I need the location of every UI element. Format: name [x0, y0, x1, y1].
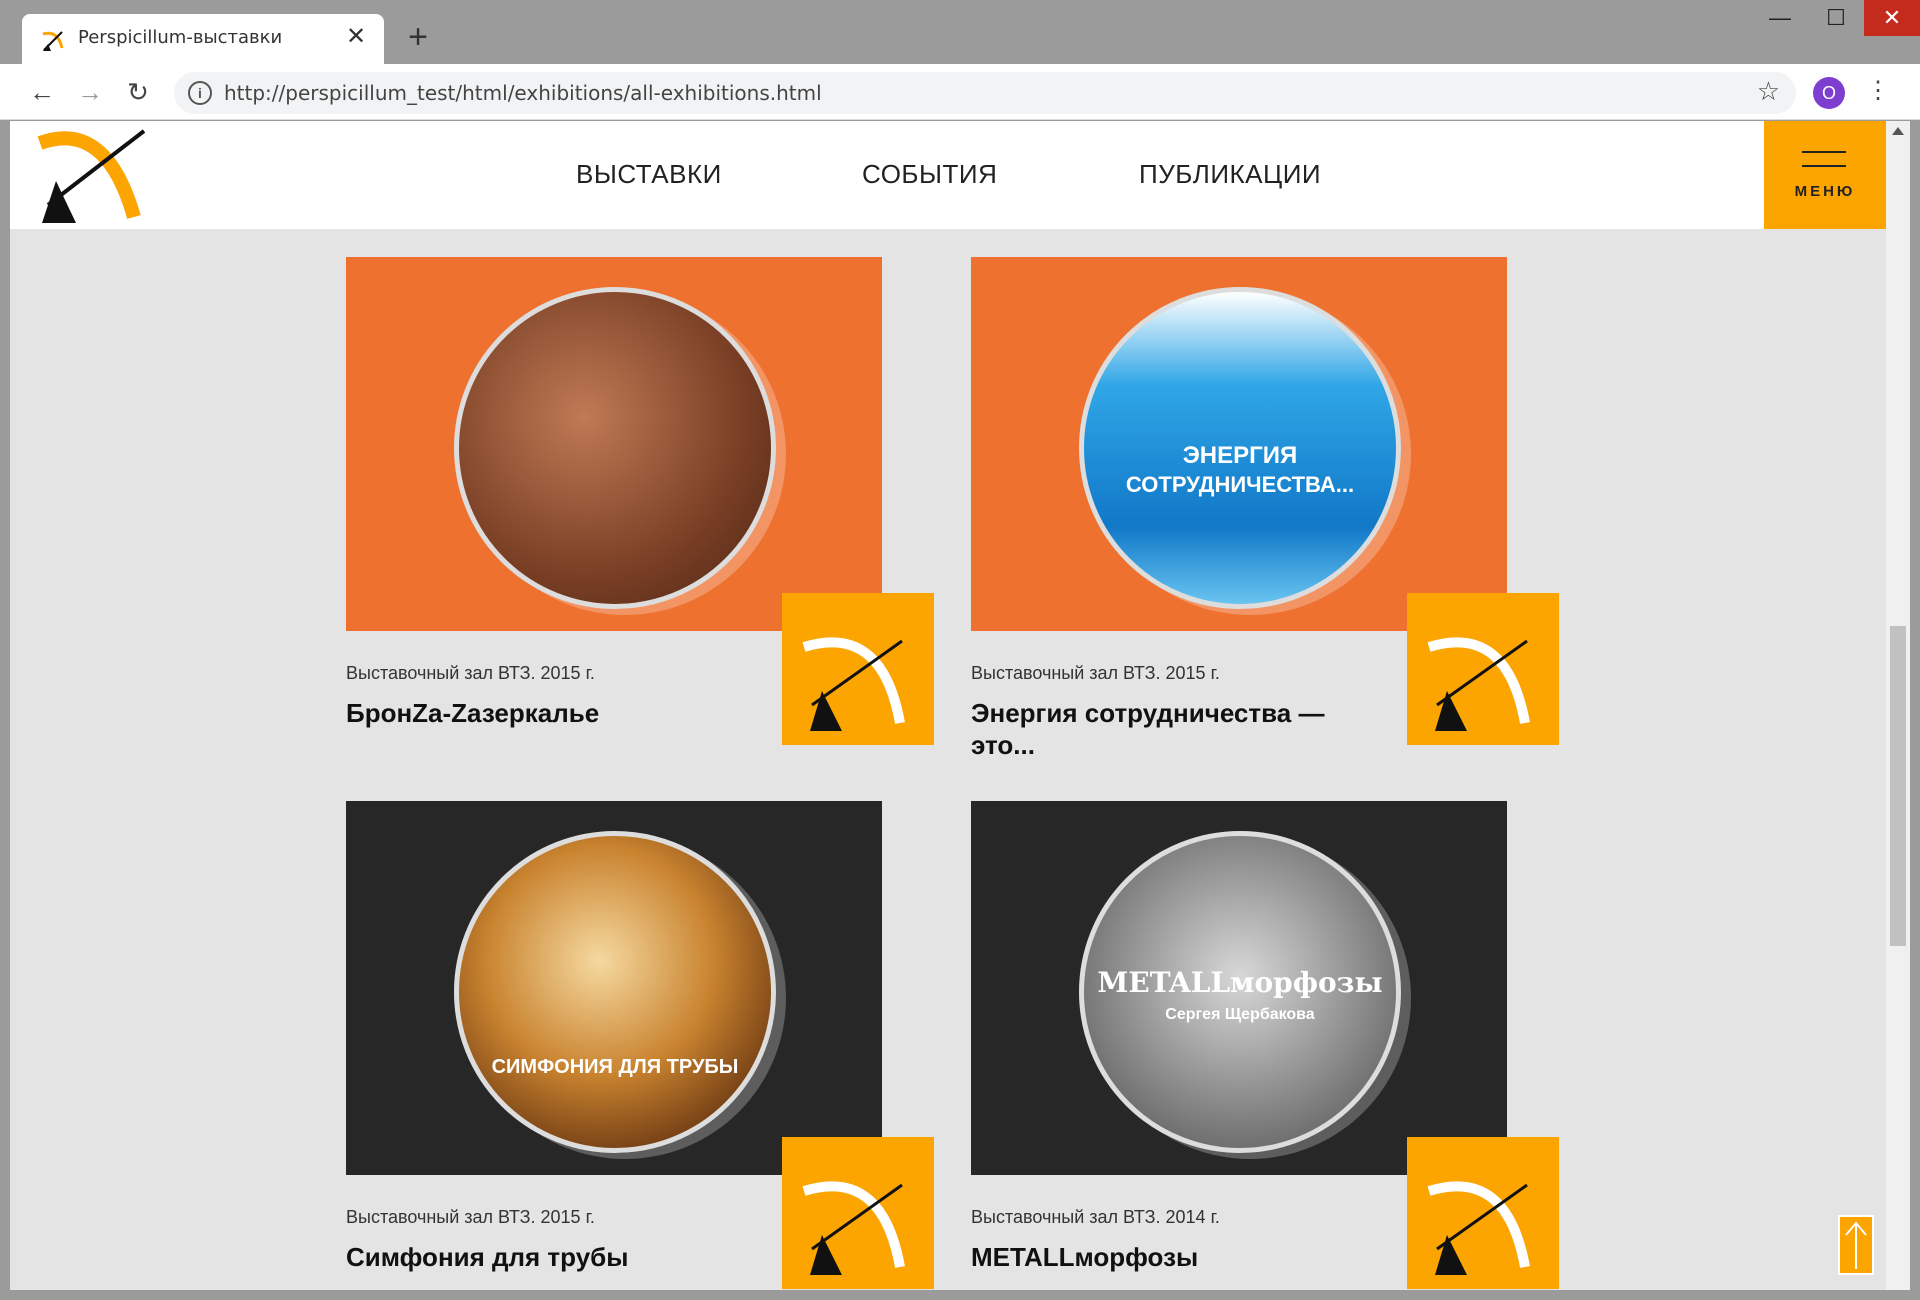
nav-publications[interactable]: ПУБЛИКАЦИИ — [1139, 159, 1321, 190]
exhibition-image[interactable]: ЭНЕРГИЯ СОТРУДНИЧЕСТВА... — [971, 257, 1507, 631]
tab-close-icon[interactable]: ✕ — [342, 23, 370, 51]
disc-caption: СОТРУДНИЧЕСТВА... — [1125, 472, 1355, 497]
exhibition-title[interactable]: Энергия сотрудничества — это... — [971, 697, 1391, 761]
brand-badge-icon — [1407, 593, 1559, 745]
scroll-to-top-button[interactable] — [1838, 1215, 1874, 1275]
exhibition-title[interactable]: Симфония для трубы — [346, 1241, 766, 1273]
tab-title: Perspicillum-выставки — [78, 27, 283, 48]
browser-window: Perspicillum-выставки ✕ + — ☐ ✕ ← → ↻ i … — [0, 0, 1920, 1300]
forward-button[interactable]: → — [74, 76, 106, 108]
brand-badge-icon — [782, 593, 934, 745]
exhibition-title[interactable]: БронZa-Zазеркалье — [346, 697, 766, 729]
new-tab-button[interactable]: + — [402, 20, 434, 54]
nav-exhibitions[interactable]: ВЫСТАВКИ — [576, 159, 722, 190]
menu-bar-icon — [1802, 165, 1846, 167]
scroll-up-icon[interactable] — [1892, 127, 1904, 135]
exhibition-meta: Выставочный зал ВТЗ. 2015 г. — [346, 1207, 595, 1227]
exhibition-image[interactable]: METALLморфозы Сергея Щербакова — [971, 801, 1507, 1175]
site-header: ВЫСТАВКИ СОБЫТИЯ ПУБЛИКАЦИИ МЕНЮ — [10, 121, 1886, 229]
exhibition-title[interactable]: METALLморфозы — [971, 1241, 1391, 1273]
exhibition-card[interactable]: ЭНЕРГИЯ СОТРУДНИЧЕСТВА... Выставочный за… — [971, 257, 1571, 777]
page-viewport: ВЫСТАВКИ СОБЫТИЯ ПУБЛИКАЦИИ МЕНЮ Выставо… — [10, 121, 1886, 1290]
address-bar[interactable]: i http://perspicillum_test/html/exhibiti… — [174, 72, 1796, 114]
exhibition-meta: Выставочный зал ВТЗ. 2014 г. — [971, 1207, 1220, 1227]
exhibition-disc: ЭНЕРГИЯ СОТРУДНИЧЕСТВА... — [1079, 287, 1401, 609]
site-info-icon[interactable]: i — [188, 81, 212, 105]
nav-events[interactable]: СОБЫТИЯ — [862, 159, 997, 190]
exhibition-disc: METALLморфозы Сергея Щербакова — [1079, 831, 1401, 1153]
url-text[interactable]: http://perspicillum_test/html/exhibition… — [224, 81, 822, 105]
minimize-button[interactable]: — — [1752, 0, 1808, 36]
exhibition-card[interactable]: Выставочный зал ВТЗ. 2015 г. БронZa-Zазе… — [346, 257, 946, 777]
exhibition-image[interactable]: СИМФОНИЯ ДЛЯ ТРУБЫ — [346, 801, 882, 1175]
maximize-button[interactable]: ☐ — [1808, 0, 1864, 36]
brand-badge-icon — [782, 1137, 934, 1289]
menu-bar-icon — [1802, 151, 1846, 153]
disc-caption: METALLморфозы — [1097, 966, 1383, 999]
exhibition-disc — [454, 287, 776, 609]
profile-avatar[interactable]: O — [1813, 77, 1845, 109]
exhibition-meta: Выставочный зал ВТЗ. 2015 г. — [346, 663, 595, 683]
brand-badge-icon — [1407, 1137, 1559, 1289]
exhibition-disc: СИМФОНИЯ ДЛЯ ТРУБЫ — [454, 831, 776, 1153]
browser-tab[interactable]: Perspicillum-выставки ✕ — [22, 14, 384, 64]
browser-toolbar: ← → ↻ i http://perspicillum_test/html/ex… — [0, 64, 1920, 120]
site-favicon-icon — [42, 31, 64, 51]
back-button[interactable]: ← — [26, 76, 58, 108]
exhibition-card[interactable]: СИМФОНИЯ ДЛЯ ТРУБЫ Выставочный зал ВТЗ. … — [346, 801, 946, 1290]
main-nav: ВЫСТАВКИ СОБЫТИЯ ПУБЛИКАЦИИ — [10, 159, 1886, 199]
tab-strip: Perspicillum-выставки ✕ + — ☐ ✕ — [0, 0, 1920, 64]
disc-caption: СИМФОНИЯ ДЛЯ ТРУБЫ — [491, 1056, 739, 1078]
menu-button[interactable]: МЕНЮ — [1764, 121, 1886, 229]
reload-button[interactable]: ↻ — [122, 76, 154, 108]
menu-label: МЕНЮ — [1794, 183, 1856, 200]
exhibition-image[interactable] — [346, 257, 882, 631]
exhibition-card[interactable]: METALLморфозы Сергея Щербакова Выставочн… — [971, 801, 1571, 1290]
arrow-up-icon — [1845, 1221, 1867, 1269]
bookmark-star-icon[interactable]: ☆ — [1757, 76, 1780, 107]
disc-caption: Сергея Щербакова — [1165, 1006, 1315, 1023]
window-close-button[interactable]: ✕ — [1864, 0, 1920, 36]
scrollbar-thumb[interactable] — [1890, 626, 1906, 946]
exhibition-meta: Выставочный зал ВТЗ. 2015 г. — [971, 663, 1220, 683]
vertical-scrollbar[interactable] — [1886, 121, 1910, 1290]
disc-caption: ЭНЕРГИЯ — [1182, 442, 1298, 469]
browser-menu-icon[interactable]: ⋮ — [1864, 76, 1892, 108]
